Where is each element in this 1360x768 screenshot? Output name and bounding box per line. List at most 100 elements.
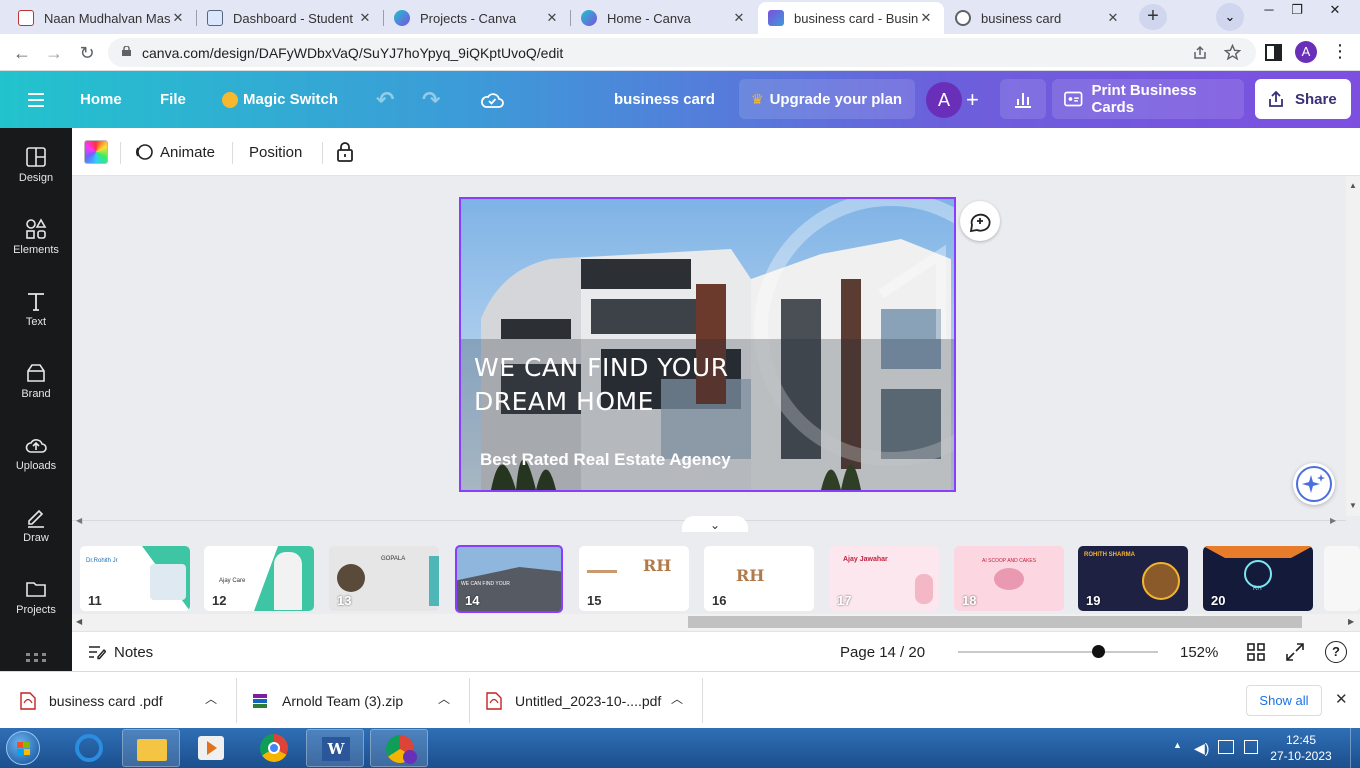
page-thumbnail-11[interactable]: Dr.Rohith Jr 11	[80, 546, 190, 611]
print-business-cards-button[interactable]: Print Business Cards	[1052, 79, 1244, 119]
minimize-icon[interactable]: ─	[1258, 2, 1280, 17]
show-desktop-button[interactable]	[1350, 728, 1360, 768]
close-icon[interactable]: ✕	[170, 10, 186, 26]
close-icon[interactable]: ✕	[731, 10, 747, 26]
magic-assistant-button[interactable]	[1293, 463, 1335, 505]
volume-icon[interactable]: ◀)	[1194, 740, 1209, 757]
start-button[interactable]	[6, 731, 40, 765]
new-tab-button[interactable]: +	[1139, 4, 1167, 30]
bookmark-star-icon[interactable]	[1224, 44, 1241, 61]
tab-home-canva[interactable]: Home - Canva ✕	[571, 2, 757, 34]
chrome-icon[interactable]	[245, 729, 303, 767]
page-thumbnail-17[interactable]: Ajay Jawahar 17	[829, 546, 939, 611]
action-center-icon[interactable]	[1244, 740, 1258, 754]
add-page-thumbnail[interactable]	[1324, 546, 1360, 611]
magic-switch-button[interactable]: Magic Switch	[222, 71, 338, 128]
zoom-slider-handle[interactable]	[1092, 645, 1105, 658]
window-close-icon[interactable]: ✕	[1324, 2, 1346, 17]
grid-view-icon[interactable]	[1247, 643, 1265, 666]
insights-chart-icon[interactable]	[1000, 79, 1046, 119]
business-card-page[interactable]: WE CAN FIND YOUR DREAM HOME Best Rated R…	[459, 197, 956, 492]
chevron-up-icon[interactable]: ︿	[205, 690, 217, 707]
sidebar-item-draw[interactable]: Draw	[0, 488, 72, 560]
add-comment-button[interactable]	[960, 201, 1000, 241]
tab-search-chevron-icon[interactable]: ⌄	[1216, 3, 1244, 31]
page-thumbnail-13[interactable]: GOPALA 13	[329, 546, 439, 611]
file-menu-button[interactable]: File	[160, 71, 186, 128]
tab-naan-mudhalvan[interactable]: Naan Mudhalvan Mass ✕	[8, 2, 196, 34]
share-button[interactable]: Share	[1255, 79, 1351, 119]
color-picker-button[interactable]	[84, 128, 108, 176]
document-title[interactable]: business card	[614, 71, 715, 128]
download-item[interactable]: Arnold Team (3).zip	[252, 672, 452, 729]
redo-icon[interactable]: ↷	[422, 71, 440, 128]
close-downloads-icon[interactable]: ✕	[1335, 690, 1348, 708]
sidebar-item-elements[interactable]: Elements	[0, 200, 72, 272]
help-icon[interactable]: ?	[1325, 641, 1347, 663]
sidebar-item-text[interactable]: Text	[0, 272, 72, 344]
page-thumbnail-18[interactable]: AI SCOOP AND CAKES 18	[954, 546, 1064, 611]
animate-button[interactable]: Animate	[134, 128, 215, 176]
sidebar-item-brand[interactable]: Brand	[0, 344, 72, 416]
system-clock[interactable]: 12:45 27-10-2023	[1266, 732, 1336, 764]
share-page-icon[interactable]	[1192, 45, 1208, 61]
chevron-up-icon[interactable]: ︿	[438, 690, 450, 707]
cloud-saved-icon[interactable]	[480, 71, 504, 128]
profile-avatar[interactable]: A	[1295, 41, 1317, 63]
media-player-icon[interactable]	[182, 729, 240, 767]
show-hidden-icons-icon[interactable]: ▲	[1173, 740, 1182, 750]
apps-grid-icon[interactable]	[26, 650, 46, 662]
side-panel-icon[interactable]	[1265, 44, 1282, 61]
sidebar-item-projects[interactable]: Projects	[0, 560, 72, 632]
page-thumbnail-19[interactable]: ROHITH SHARMA 19	[1078, 546, 1188, 611]
page-indicator[interactable]: Page 14 / 20	[840, 632, 925, 672]
tab-business-card[interactable]: business card ✕	[945, 2, 1131, 34]
zoom-level[interactable]: 152%	[1180, 632, 1218, 672]
home-button[interactable]: Home	[80, 71, 122, 128]
close-icon[interactable]: ✕	[357, 10, 373, 26]
close-icon[interactable]: ✕	[1105, 10, 1121, 26]
vertical-scrollbar[interactable]: ▲ ▼	[1346, 176, 1360, 516]
page-thumbnail-20[interactable]: RH 20	[1203, 546, 1313, 611]
word-icon[interactable]: W	[306, 729, 364, 767]
file-explorer-icon[interactable]	[122, 729, 180, 767]
user-avatar[interactable]: A	[926, 82, 962, 118]
lock-toggle-button[interactable]	[336, 128, 354, 176]
tab-projects-canva[interactable]: Projects - Canva ✕	[384, 2, 570, 34]
restore-icon[interactable]: ❐	[1286, 2, 1308, 17]
zoom-slider[interactable]	[958, 645, 1158, 658]
scrollbar-thumb[interactable]	[688, 616, 1302, 628]
tab-dashboard-student[interactable]: Dashboard - Student ✕	[197, 2, 383, 34]
page-thumbnail-16[interactable]: RH 16	[704, 546, 814, 611]
reload-icon[interactable]: ↻	[74, 40, 100, 66]
position-button[interactable]: Position	[249, 128, 302, 176]
close-icon[interactable]: ✕	[544, 10, 560, 26]
tagline-text[interactable]: Best Rated Real Estate Agency	[480, 450, 731, 470]
undo-icon[interactable]: ↶	[376, 71, 394, 128]
browser-menu-icon[interactable]: ⋮	[1331, 40, 1349, 64]
notes-button[interactable]: Notes	[88, 632, 153, 672]
page-thumbnail-14-selected[interactable]: WE CAN FIND YOUR 14	[455, 545, 563, 613]
back-icon[interactable]: ←	[9, 40, 35, 66]
show-all-downloads-button[interactable]: Show all	[1246, 685, 1322, 716]
internet-explorer-icon[interactable]	[60, 729, 118, 767]
close-icon[interactable]: ✕	[918, 10, 934, 26]
sidebar-item-design[interactable]: Design	[0, 128, 72, 200]
page-thumbnail-12[interactable]: Ajay Care 12	[204, 546, 314, 611]
sidebar-item-uploads[interactable]: Uploads	[0, 416, 72, 488]
page-thumbnail-15[interactable]: RH 15	[579, 546, 689, 611]
chevron-up-icon[interactable]: ︿	[671, 690, 683, 707]
tab-business-card-active[interactable]: business card - Busines ✕	[758, 2, 944, 34]
upgrade-plan-button[interactable]: ♛ Upgrade your plan	[739, 79, 915, 119]
url-text[interactable]: canva.com/design/DAFyWDbxVaQ/SuYJ7hoYpyq…	[142, 45, 563, 61]
fullscreen-icon[interactable]	[1286, 643, 1304, 666]
filmstrip-scrollbar[interactable]: ◀ ▶	[72, 614, 1360, 631]
download-item[interactable]: business card .pdf	[20, 672, 220, 729]
add-collaborator-icon[interactable]: +	[966, 71, 979, 128]
network-icon[interactable]	[1218, 740, 1234, 754]
chrome-profile-icon[interactable]	[370, 729, 428, 767]
omnibox[interactable]: canva.com/design/DAFyWDbxVaQ/SuYJ7hoYpyq…	[108, 38, 1256, 67]
forward-icon[interactable]: →	[41, 40, 67, 66]
headline-text[interactable]: WE CAN FIND YOUR DREAM HOME	[474, 351, 729, 419]
collapse-pages-chevron-icon[interactable]: ⌄	[682, 516, 748, 532]
